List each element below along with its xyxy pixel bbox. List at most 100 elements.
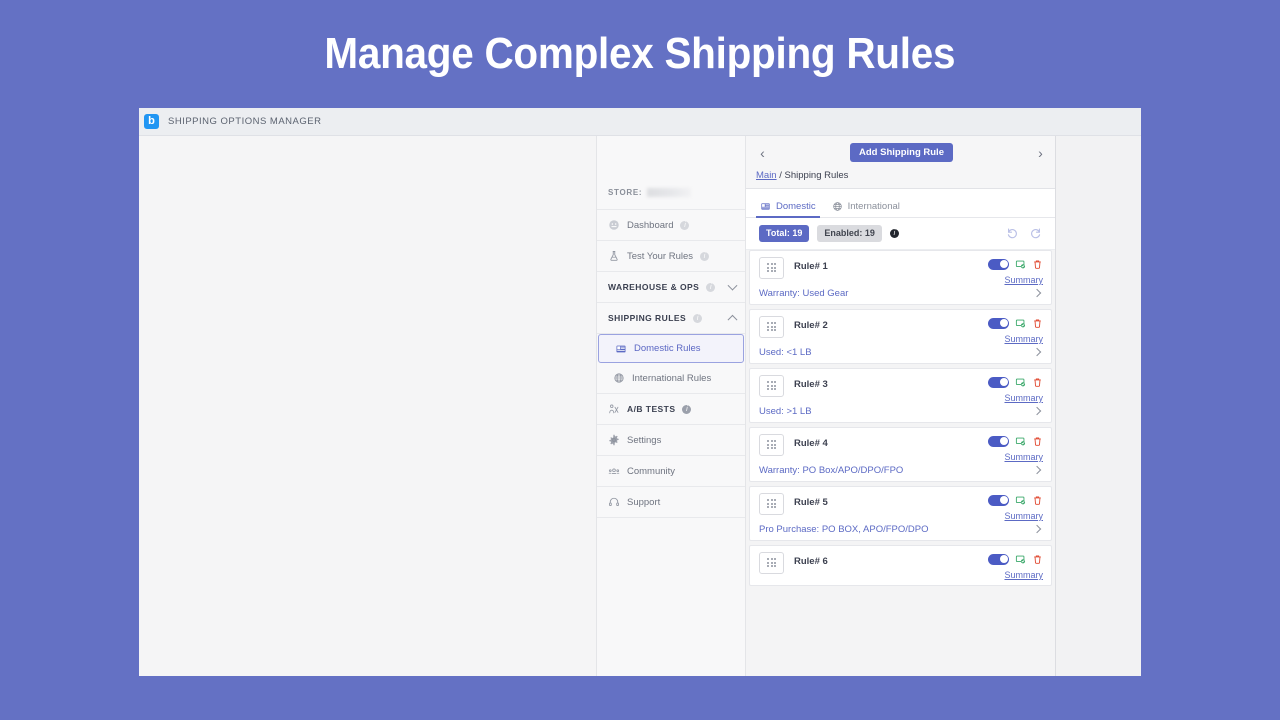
globe-icon xyxy=(832,201,843,212)
rule-enable-toggle[interactable] xyxy=(988,553,1009,565)
flask-icon xyxy=(608,250,620,262)
store-row: STORE: xyxy=(597,136,745,210)
info-icon[interactable] xyxy=(700,251,710,261)
drag-handle-icon[interactable] xyxy=(759,315,784,338)
info-icon[interactable] xyxy=(889,228,899,238)
sidebar-item-domestic-rules[interactable]: Domestic Rules xyxy=(598,334,744,363)
sidebar-item-label: A/B TESTS xyxy=(627,404,676,414)
rule-enable-toggle[interactable] xyxy=(988,435,1009,447)
flag-icon xyxy=(615,343,627,355)
chevron-right-icon[interactable] xyxy=(1032,348,1042,357)
rule-description[interactable]: Used: <1 LB xyxy=(759,347,812,358)
rule-enable-toggle[interactable] xyxy=(988,258,1009,270)
drag-handle-icon[interactable] xyxy=(759,374,784,397)
drag-handle-icon[interactable] xyxy=(759,433,784,456)
rule-card[interactable]: Rule# 3 Summary Used: >1 LB xyxy=(749,367,1052,423)
app-window: b SHIPPING OPTIONS MANAGER STORE: Dashbo… xyxy=(139,108,1141,676)
tab-label: Domestic xyxy=(776,201,816,212)
rule-card[interactable]: Rule# 2 Summary Used: <1 LB xyxy=(749,308,1052,364)
rule-summary-link[interactable]: Summary xyxy=(1004,570,1043,580)
prev-page-arrow[interactable]: ‹ xyxy=(756,146,769,160)
delete-rule-icon[interactable] xyxy=(1032,436,1043,447)
sidebar-item-label: Settings xyxy=(627,434,662,446)
drag-handle-icon[interactable] xyxy=(759,551,784,574)
rule-name: Rule# 3 xyxy=(794,378,828,390)
store-label: STORE: xyxy=(608,188,643,197)
delete-rule-icon[interactable] xyxy=(1032,259,1043,270)
rule-description[interactable]: Used: >1 LB xyxy=(759,406,812,417)
window-body: STORE: Dashboard i Test Your Rules i WAR… xyxy=(139,136,1141,676)
gear-icon xyxy=(608,434,620,446)
delete-rule-icon[interactable] xyxy=(1032,554,1043,565)
sidebar-item-ab-tests[interactable]: A/B TESTS xyxy=(597,394,745,425)
rule-summary-link[interactable]: Summary xyxy=(1004,511,1043,521)
chevron-right-icon[interactable] xyxy=(1032,407,1042,416)
info-icon[interactable] xyxy=(693,313,703,323)
sidebar-item-label: Domestic Rules xyxy=(634,343,701,354)
rule-enable-toggle[interactable] xyxy=(988,317,1009,329)
add-shipping-rule-button[interactable]: Add Shipping Rule xyxy=(850,142,953,163)
delete-rule-icon[interactable] xyxy=(1032,318,1043,329)
delete-rule-icon[interactable] xyxy=(1032,377,1043,388)
rule-summary-link[interactable]: Summary xyxy=(1004,452,1043,462)
sidebar-item-international-rules[interactable]: International Rules xyxy=(597,363,745,394)
sidebar-item-community[interactable]: Community xyxy=(597,456,745,487)
sidebar-item-dashboard[interactable]: Dashboard xyxy=(597,210,745,241)
redo-icon[interactable] xyxy=(1029,227,1042,240)
drag-handle-icon[interactable] xyxy=(759,492,784,515)
chevron-right-icon[interactable] xyxy=(1032,525,1042,534)
duplicate-rule-icon[interactable] xyxy=(1015,259,1026,270)
tab-international[interactable]: International xyxy=(832,201,900,217)
rule-summary-link[interactable]: Summary xyxy=(1004,334,1043,344)
rule-description[interactable]: Pro Purchase: PO BOX, APO/FPO/DPO xyxy=(759,524,928,535)
rule-card[interactable]: Rule# 6 Summary xyxy=(749,544,1052,586)
duplicate-rule-icon[interactable] xyxy=(1015,318,1026,329)
ab-test-icon xyxy=(608,403,620,415)
sidebar-section-shipping-rules[interactable]: SHIPPING RULES xyxy=(597,303,745,334)
dashboard-icon xyxy=(608,219,620,231)
delete-rule-icon[interactable] xyxy=(1032,495,1043,506)
rule-summary-link[interactable]: Summary xyxy=(1004,393,1043,403)
history-controls xyxy=(1006,227,1045,240)
right-filler-pane xyxy=(1056,136,1141,676)
drag-handle-icon[interactable] xyxy=(759,256,784,279)
chevron-right-icon[interactable] xyxy=(1032,466,1042,475)
community-icon xyxy=(608,465,620,477)
duplicate-rule-icon[interactable] xyxy=(1015,495,1026,506)
store-value-redacted xyxy=(647,188,692,197)
breadcrumb-link-main[interactable]: Main xyxy=(756,170,777,181)
breadcrumb-separator: / xyxy=(776,170,785,181)
rule-card[interactable]: Rule# 4 Summary Warranty: PO Box/APO/DPO… xyxy=(749,426,1052,482)
rule-enable-toggle[interactable] xyxy=(988,494,1009,506)
sidebar-item-settings[interactable]: Settings xyxy=(597,425,745,456)
breadcrumb: Main / Shipping Rules xyxy=(756,170,1047,181)
rule-card[interactable]: Rule# 5 Summary Pro Purchase: PO BOX, AP… xyxy=(749,485,1052,541)
info-icon[interactable] xyxy=(706,282,716,292)
rule-description[interactable]: Warranty: Used Gear xyxy=(759,288,848,299)
rule-card[interactable]: Rule# 1 Summary Warranty: Used Gear xyxy=(749,249,1052,305)
duplicate-rule-icon[interactable] xyxy=(1015,377,1026,388)
sidebar-item-label: Test Your Rules xyxy=(627,250,694,262)
next-page-arrow[interactable]: › xyxy=(1034,146,1047,160)
rule-name: Rule# 2 xyxy=(794,319,828,331)
info-icon[interactable] xyxy=(682,404,692,414)
chevron-down-icon xyxy=(727,280,738,291)
empty-content-pane xyxy=(139,136,597,676)
sidebar-item-test-your-rules[interactable]: Test Your Rules xyxy=(597,241,745,272)
duplicate-rule-icon[interactable] xyxy=(1015,554,1026,565)
undo-icon[interactable] xyxy=(1006,227,1019,240)
duplicate-rule-icon[interactable] xyxy=(1015,436,1026,447)
tab-domestic[interactable]: Domestic xyxy=(756,201,820,218)
rule-summary-link[interactable]: Summary xyxy=(1004,275,1043,285)
rule-description[interactable]: Warranty: PO Box/APO/DPO/FPO xyxy=(759,465,903,476)
sidebar-section-label: SHIPPING RULES xyxy=(608,313,687,323)
chevron-right-icon[interactable] xyxy=(1032,289,1042,298)
sidebar-item-support[interactable]: Support xyxy=(597,487,745,518)
rule-enable-toggle[interactable] xyxy=(988,376,1009,388)
headset-icon xyxy=(608,496,620,508)
tab-label: International xyxy=(847,201,900,212)
sidebar-section-warehouse-ops[interactable]: WAREHOUSE & OPS xyxy=(597,272,745,303)
info-icon[interactable] xyxy=(680,220,690,230)
enabled-count-badge: Enabled: 19 xyxy=(817,225,882,242)
rule-name: Rule# 6 xyxy=(794,555,828,567)
